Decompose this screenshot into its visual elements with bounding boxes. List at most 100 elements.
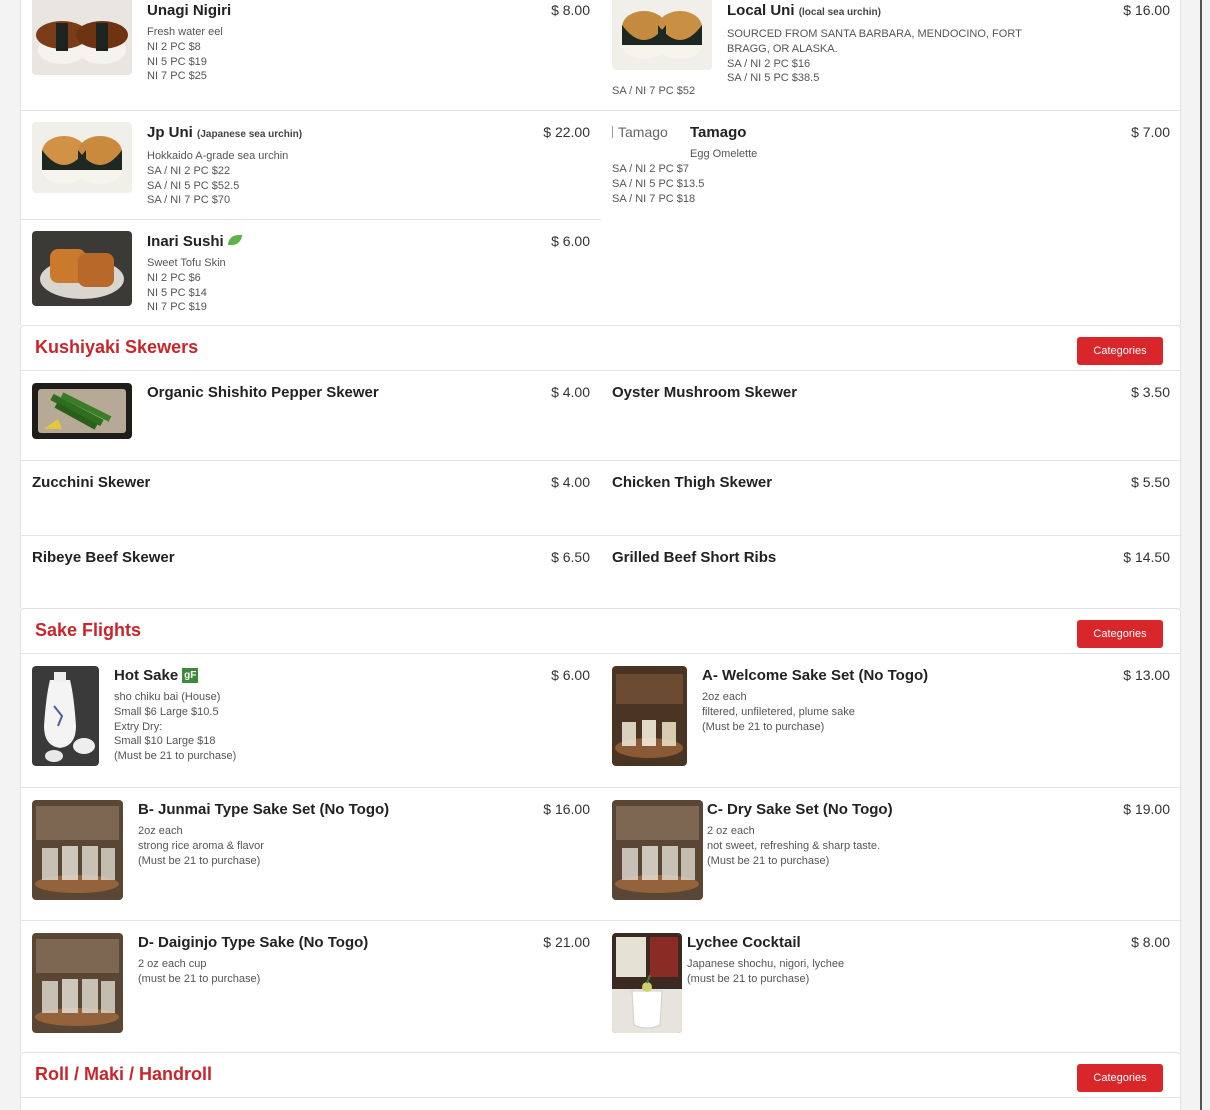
item-name[interactable]: Inari Sushi: [147, 233, 242, 250]
item-price: $ 4.00: [551, 384, 590, 400]
menu-item-c-dry-sake-set[interactable]: C- Dry Sake Set (No Togo) $ 19.00 2 oz e…: [601, 788, 1181, 920]
desc-line: NI 7 PC $25: [147, 70, 207, 83]
item-name[interactable]: Chicken Thigh Skewer: [612, 474, 772, 491]
menu-item-tamago[interactable]: Tamago Tamago $ 7.00 Egg Omelette SA / N…: [601, 111, 1181, 220]
item-price: $ 3.50: [1131, 384, 1170, 400]
item-name[interactable]: D- Daiginjo Type Sake (No Togo): [138, 934, 368, 951]
desc-line: filtered, unfiletered, plume sake: [702, 705, 855, 718]
jp-uni-photo[interactable]: [32, 122, 132, 193]
menu-item-ribeye-skewer[interactable]: Ribeye Beef Skewer $ 6.50: [21, 536, 601, 608]
menu-row: Unagi Nigiri $ 8.00 Fresh water eel NI 2…: [21, 0, 1182, 110]
desc-line: SA / NI 2 PC $7: [612, 163, 690, 175]
menu-item-inari-sushi[interactable]: Inari Sushi $ 6.00 Sweet Tofu Skin NI 2 …: [21, 220, 601, 326]
menu-item-oyster-mushroom-skewer[interactable]: Oyster Mushroom Skewer $ 3.50: [601, 371, 1181, 460]
menu-item-a-welcome-sake-set[interactable]: A- Welcome Sake Set (No Togo) $ 13.00 2o…: [601, 654, 1181, 787]
desc-line: 2oz each: [702, 691, 747, 703]
item-name-main[interactable]: Local Uni: [727, 2, 795, 19]
a-welcome-sake-set-photo[interactable]: [612, 666, 687, 766]
categories-button[interactable]: Categories: [1077, 337, 1163, 365]
item-tagline: Egg Omelette: [690, 148, 758, 160]
item-name[interactable]: Ribeye Beef Skewer: [32, 549, 175, 566]
menu-item-beef-short-ribs[interactable]: Grilled Beef Short Ribs $ 14.50: [601, 536, 1181, 608]
desc-line: (must be 21 to purchase): [687, 972, 810, 985]
menu-item-unagi-nigiri[interactable]: Unagi Nigiri $ 8.00 Fresh water eel NI 2…: [21, 0, 601, 110]
desc-line: 2 oz each: [707, 825, 755, 837]
lychee-cocktail-photo[interactable]: [612, 933, 682, 1033]
desc-line: (Must be 21 to purchase): [702, 720, 825, 733]
c-dry-sake-set-photo[interactable]: [612, 800, 703, 900]
menu-item-local-uni[interactable]: Local Uni (local sea urchin) $ 16.00 SOU…: [601, 0, 1181, 110]
desc-line: sho chiku bai (House): [114, 691, 221, 703]
item-description: 2oz each filtered, unfiletered, plume sa…: [702, 690, 855, 734]
item-name[interactable]: Hot Sake gF: [114, 667, 199, 684]
desc-line: strong rice aroma & flavor: [138, 839, 264, 852]
tamago-photo-placeholder[interactable]: Tamago: [612, 124, 668, 140]
desc-line: SA / NI 5 PC $13.5: [612, 177, 705, 190]
menu-item-zucchini-skewer[interactable]: Zucchini Skewer $ 4.00: [21, 461, 601, 535]
inari-sushi-photo[interactable]: [32, 231, 132, 306]
item-price: $ 5.50: [1131, 474, 1170, 490]
menu-item-shishito-skewer[interactable]: Organic Shishito Pepper Skewer $ 4.00: [21, 371, 601, 460]
menu-item-d-daiginjo-sake-set[interactable]: D- Daiginjo Type Sake (No Togo) $ 21.00 …: [21, 921, 601, 1053]
desc-line: SOURCED FROM SANTA BARBARA, MENDOCINO, F…: [727, 28, 1022, 40]
item-price: $ 8.00: [1131, 934, 1170, 950]
menu-row: D- Daiginjo Type Sake (No Togo) $ 21.00 …: [21, 920, 1182, 1053]
item-price: $ 21.00: [543, 934, 590, 950]
item-name[interactable]: Grilled Beef Short Ribs: [612, 549, 776, 566]
item-name[interactable]: B- Junmai Type Sake Set (No Togo): [138, 801, 389, 818]
menu-item-chicken-thigh-skewer[interactable]: Chicken Thigh Skewer $ 5.50: [601, 461, 1181, 535]
item-name[interactable]: Local Uni (local sea urchin): [727, 2, 881, 19]
menu-item-jp-uni[interactable]: Jp Uni (Japanese sea urchin) $ 22.00 Hok…: [21, 111, 601, 220]
item-name-sub: (local sea urchin): [798, 7, 881, 18]
item-price: $ 19.00: [1123, 801, 1170, 817]
desc-line: BRAGG, OR ALASKA.: [727, 42, 838, 55]
item-price: $ 4.00: [551, 474, 590, 490]
item-name-main[interactable]: Inari Sushi: [147, 233, 224, 250]
menu-row: B- Junmai Type Sake Set (No Togo) $ 16.0…: [21, 787, 1182, 920]
item-name-main[interactable]: Hot Sake: [114, 667, 178, 684]
unagi-nigiri-photo[interactable]: [32, 0, 132, 75]
item-name[interactable]: Lychee Cocktail: [687, 934, 801, 951]
item-price: $ 6.50: [551, 549, 590, 565]
item-description: 2 oz each not sweet, refreshing & sharp …: [707, 824, 880, 868]
sake-section-header: Sake Flights Categories: [20, 608, 1181, 654]
item-name[interactable]: A- Welcome Sake Set (No Togo): [702, 667, 928, 684]
desc-line: not sweet, refreshing & sharp taste.: [707, 839, 881, 852]
item-price: $ 6.00: [551, 667, 590, 683]
item-name-main[interactable]: Jp Uni: [147, 124, 193, 141]
menu-row: Organic Shishito Pepper Skewer $ 4.00 Oy…: [21, 371, 1182, 460]
menu-row: Jp Uni (Japanese sea urchin) $ 22.00 Hok…: [21, 110, 1182, 220]
menu-item-b-junmai-sake-set[interactable]: B- Junmai Type Sake Set (No Togo) $ 16.0…: [21, 788, 601, 920]
item-name[interactable]: C- Dry Sake Set (No Togo): [707, 801, 893, 818]
image-alt-text: Tamago: [618, 124, 668, 140]
item-name[interactable]: Organic Shishito Pepper Skewer: [147, 384, 379, 401]
broken-image-icon: [612, 126, 616, 138]
menu-item-lychee-cocktail[interactable]: Lychee Cocktail $ 8.00 Japanese shochu, …: [601, 921, 1181, 1053]
d-daiginjo-sake-set-photo[interactable]: [32, 933, 123, 1033]
desc-line: (must be 21 to purchase): [138, 972, 261, 985]
item-name[interactable]: Tamago: [690, 124, 746, 141]
item-price: $ 8.00: [551, 2, 590, 18]
local-uni-photo[interactable]: [612, 0, 712, 70]
desc-line: SA / NI 2 PC $16: [727, 57, 811, 70]
desc-line: (Must be 21 to purchase): [114, 750, 237, 763]
menu-row: Zucchini Skewer $ 4.00 Chicken Thigh Ske…: [21, 460, 1182, 535]
menu-item-hot-sake[interactable]: Hot Sake gF $ 6.00 sho chiku bai (House) …: [21, 654, 601, 787]
desc-line: SA / NI 7 PC $18: [612, 192, 696, 205]
item-name[interactable]: Unagi Nigiri: [147, 2, 231, 19]
desc-line: Small $6 Large $10.5: [114, 705, 219, 718]
categories-button[interactable]: Categories: [1077, 620, 1163, 648]
page-edge-rule: [1200, 0, 1202, 1110]
b-junmai-sake-set-photo[interactable]: [32, 800, 123, 900]
item-price: $ 13.00: [1123, 667, 1170, 683]
item-name[interactable]: Jp Uni (Japanese sea urchin): [147, 124, 302, 141]
item-description-extra: SA / NI 7 PC $52: [612, 85, 696, 97]
item-name[interactable]: Zucchini Skewer: [32, 474, 150, 491]
hot-sake-photo[interactable]: [32, 666, 99, 766]
desc-line: Fresh water eel: [147, 26, 223, 38]
shishito-skewer-photo[interactable]: [32, 383, 132, 439]
item-description: SOURCED FROM SANTA BARBARA, MENDOCINO, F…: [727, 27, 1022, 86]
categories-button[interactable]: Categories: [1077, 1064, 1163, 1092]
item-name[interactable]: Oyster Mushroom Skewer: [612, 384, 797, 401]
section-title: Roll / Maki / Handroll: [35, 1064, 213, 1084]
